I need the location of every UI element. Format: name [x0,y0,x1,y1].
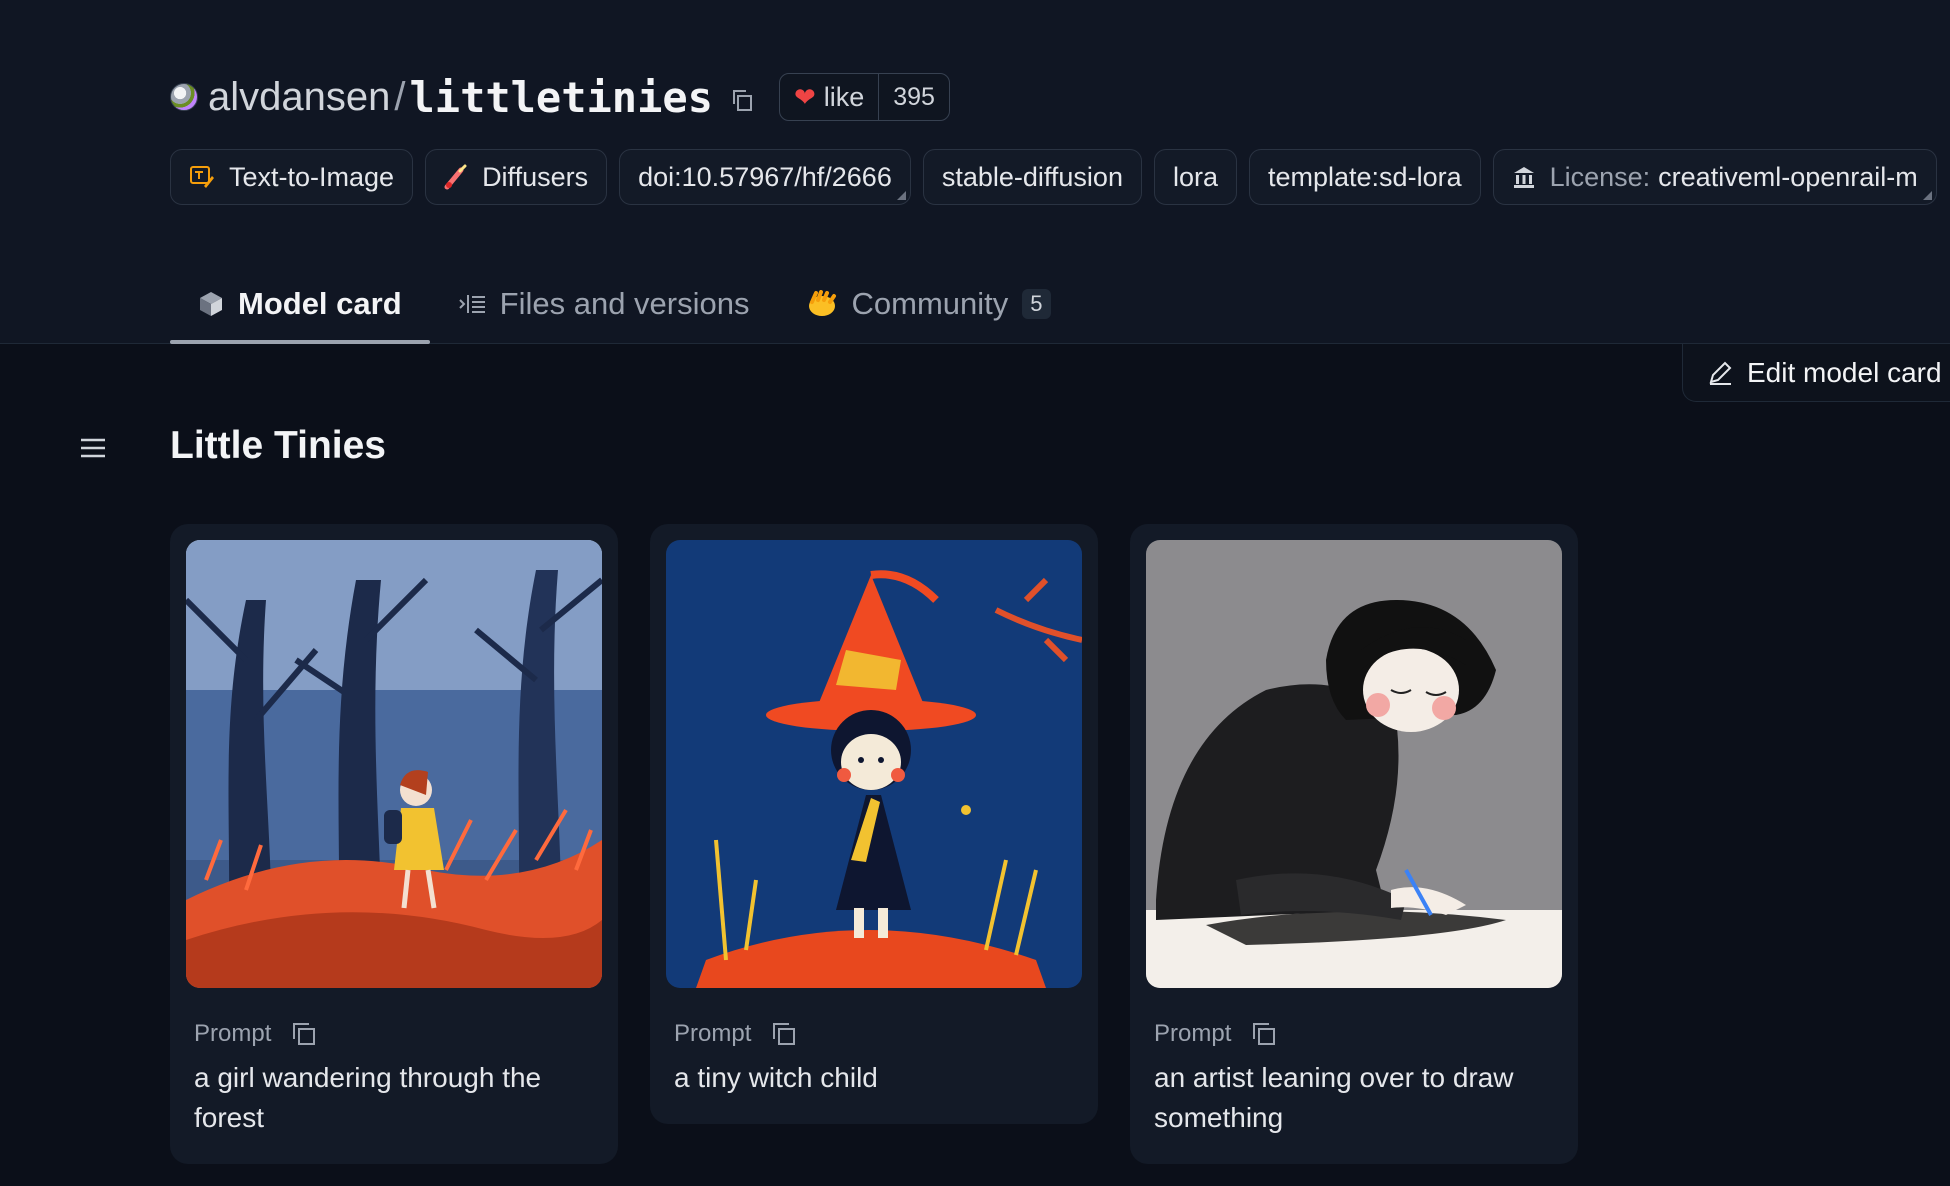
community-icon [806,290,838,318]
image-gallery: Prompt a girl wandering through the fore… [170,524,1578,1164]
tags-row: Text-to-Image Diffusers doi:10.57967/hf/… [170,149,1937,205]
prompt-text: a girl wandering through the forest [194,1062,542,1133]
prompt-header: Prompt [194,1020,602,1048]
prompt-header: Prompt [674,1020,1082,1048]
community-count-badge: 5 [1022,289,1051,319]
copy-prompt-icon[interactable] [291,1021,317,1047]
gallery-card: Prompt an artist leaning over to draw so… [1130,524,1578,1164]
copy-icon[interactable] [731,88,752,111]
files-icon [458,292,486,316]
tag-doi[interactable]: doi:10.57967/hf/2666 [619,149,911,205]
gallery-card: Prompt a tiny witch child [650,524,1098,1124]
repo-tabs: Model card Files and versions Community … [170,264,1079,344]
repo-header: alvdansen / littletinies ❤ like 395 Text… [0,0,1950,344]
tab-label: Files and versions [499,286,750,321]
edit-model-card-button[interactable]: Edit model card [1682,344,1950,402]
copy-prompt-icon[interactable] [771,1021,797,1047]
artist-drawing-illustration[interactable] [1146,540,1562,988]
like-button[interactable]: ❤ like [780,74,878,120]
tab-model-card[interactable]: Model card [170,264,430,344]
repo-owner-link[interactable]: alvdansen [208,75,390,120]
tag-label: stable-diffusion [941,161,1123,192]
forest-girl-illustration[interactable] [186,540,602,988]
pencil-icon [1707,360,1733,386]
tag-template[interactable]: template:sd-lora [1249,149,1481,205]
tag-label: Diffusers [482,161,589,192]
gallery-card: Prompt a girl wandering through the fore… [170,524,618,1164]
like-widget: ❤ like 395 [778,73,950,121]
repo-separator: / [394,74,406,119]
copy-prompt-icon[interactable] [1251,1021,1277,1047]
tag-diffusers[interactable]: Diffusers [425,149,608,205]
model-card-icon [198,290,224,318]
tag-label: template:sd-lora [1268,161,1462,192]
tab-label: Model card [238,286,402,321]
tag-label: Text-to-Image [229,161,395,192]
text-to-image-icon [189,164,215,190]
expand-corner-icon [896,191,906,200]
expand-corner-icon [1922,191,1932,200]
prompt-label: Prompt [194,1020,272,1047]
tag-label: doi:10.57967/hf/2666 [638,161,892,192]
tag-license[interactable]: License: creativeml-openrail-m [1492,149,1937,205]
prompt-label: Prompt [674,1020,752,1047]
witch-child-illustration[interactable] [666,540,1082,988]
tag-lora[interactable]: lora [1153,149,1237,205]
page-title: Little Tinies [170,424,386,467]
tab-files-and-versions[interactable]: Files and versions [430,264,778,344]
license-prefix: License: [1549,161,1651,192]
tab-label: Community [851,286,1009,321]
prompt-label: Prompt [1154,1020,1232,1047]
diffusers-icon [444,164,468,190]
tab-community[interactable]: Community 5 [778,264,1079,344]
like-count[interactable]: 395 [878,74,949,120]
repo-title-row: alvdansen / littletinies ❤ like 395 [170,70,950,124]
tag-label: creativeml-openrail-m [1658,161,1918,192]
repo-name-link[interactable]: littletinies [410,73,713,122]
prompt-text: an artist leaning over to draw something [1154,1062,1514,1133]
table-of-contents-icon[interactable] [78,436,108,464]
tag-text-to-image[interactable]: Text-to-Image [170,149,414,205]
tag-stable-diffusion[interactable]: stable-diffusion [922,149,1142,205]
license-icon [1512,165,1536,189]
owner-avatar[interactable] [170,83,198,111]
prompt-text: a tiny witch child [674,1062,878,1093]
tag-label: lora [1172,161,1218,192]
prompt-header: Prompt [1154,1020,1562,1048]
heart-icon: ❤ [793,81,816,112]
like-label: like [823,81,865,112]
edit-label: Edit model card [1747,356,1942,388]
